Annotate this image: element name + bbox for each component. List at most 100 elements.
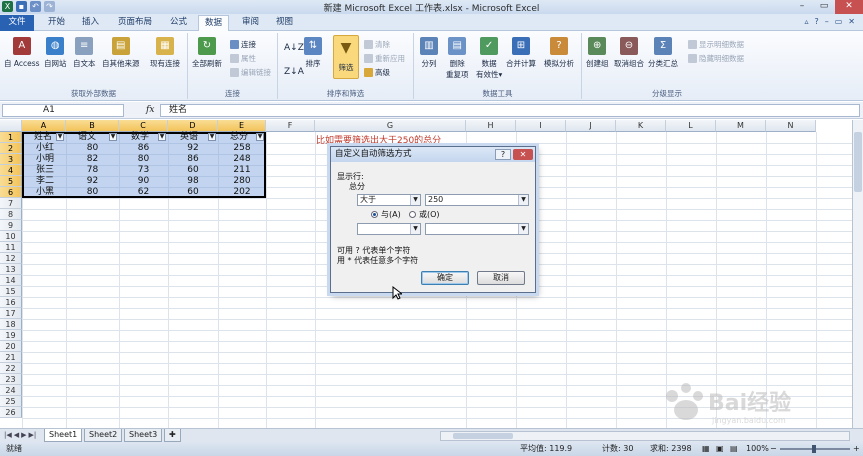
column-header-h[interactable]: H [466,120,516,132]
column-header-b[interactable]: B [66,120,119,132]
ungroup-button[interactable]: ⊖ 取消组合 [614,37,644,69]
tab-insert[interactable]: 插入 [76,15,105,31]
sort-asc-icon[interactable]: A↓Z [284,43,304,53]
row-header-6[interactable]: 6 [0,187,22,198]
table-cell[interactable]: 73 [119,165,168,176]
scroll-thumb[interactable] [453,433,513,439]
prev-sheet-icon[interactable]: ◀ [14,431,19,439]
filter-dropdown-icon[interactable]: ▼ [109,133,117,141]
row-header-13[interactable]: 13 [0,264,22,275]
column-header-f[interactable]: F [266,120,315,132]
formula-input[interactable]: 姓名 [160,104,860,117]
existing-connections-button[interactable]: ▦ 现有连接 [150,37,180,69]
header-cell[interactable]: 总分 [230,132,248,143]
workbook-minimize-icon[interactable]: – [825,17,829,26]
column-header-m[interactable]: M [716,120,766,132]
tab-view[interactable]: 视图 [270,15,299,31]
column-header-n[interactable]: N [766,120,816,132]
from-web-button[interactable]: ◍ 自网站 [44,37,67,69]
table-cell[interactable]: 248 [218,154,266,165]
row-header-7[interactable]: 7 [0,198,22,209]
zoom-in-icon[interactable]: + [853,442,860,456]
row-header-3[interactable]: 3 [0,154,22,165]
table-cell[interactable]: 80 [66,187,119,198]
tab-data[interactable]: 数据 [198,15,230,32]
column-header-a[interactable]: A [22,120,66,132]
row-header-15[interactable]: 15 [0,286,22,297]
edit-links-button[interactable]: 编辑链接 [230,67,271,78]
column-header-k[interactable]: K [616,120,666,132]
consolidate-button[interactable]: ⊞ 合并计算 [506,37,536,69]
row-header-14[interactable]: 14 [0,275,22,286]
subtotal-button[interactable]: Σ 分类汇总 [648,37,678,69]
help-icon[interactable]: ? [814,17,818,26]
table-cell[interactable]: 78 [66,165,119,176]
data-validation-button[interactable]: ✓ 数据 有效性▾ [476,37,502,80]
sort-button[interactable]: ⇅ 排序 [304,37,322,69]
table-cell[interactable]: 60 [168,165,218,176]
column-header-l[interactable]: L [666,120,716,132]
value2-combo[interactable]: ▼ [425,223,529,235]
row-header-20[interactable]: 20 [0,341,22,352]
table-cell[interactable]: 92 [66,176,119,187]
row-header-5[interactable]: 5 [0,176,22,187]
table-cell[interactable]: 86 [119,143,168,154]
and-radio[interactable] [371,211,378,218]
filter-dropdown-icon[interactable]: ▼ [256,133,264,141]
next-sheet-icon[interactable]: ▶ [21,431,26,439]
from-access-button[interactable]: A 自 Access [4,37,40,69]
table-cell[interactable]: 202 [218,187,266,198]
table-cell[interactable]: 60 [168,187,218,198]
row-header-8[interactable]: 8 [0,209,22,220]
insert-sheet-icon[interactable]: ✚ [164,429,181,442]
table-cell[interactable]: 小红 [36,143,54,154]
column-header-i[interactable]: I [516,120,566,132]
operator2-select[interactable]: ▼ [357,223,421,235]
view-normal-icon[interactable]: ▦ [702,442,710,456]
table-cell[interactable]: 86 [168,154,218,165]
close-button[interactable]: ✕ [835,0,863,14]
clear-filter-button[interactable]: 清除 [364,39,390,50]
reapply-button[interactable]: 重新应用 [364,53,405,64]
row-header-2[interactable]: 2 [0,143,22,154]
sheet-tab-sheet1[interactable]: Sheet1 [44,429,83,442]
cancel-button[interactable]: 取消 [477,271,525,285]
remove-duplicates-button[interactable]: ▤ 删除 重复项 [446,37,469,80]
properties-button[interactable]: 属性 [230,53,256,64]
row-header-21[interactable]: 21 [0,352,22,363]
tab-home[interactable]: 开始 [42,15,71,31]
filter-dropdown-icon[interactable]: ▼ [208,133,216,141]
filter-button[interactable]: ▼ 筛选 [333,35,359,79]
row-header-1[interactable]: 1 [0,132,22,143]
vertical-scrollbar[interactable] [852,120,863,428]
what-if-button[interactable]: ? 模拟分析 [544,37,574,69]
show-detail-button[interactable]: 显示明细数据 [688,39,744,50]
zoom-out-icon[interactable]: − [770,442,777,456]
row-header-25[interactable]: 25 [0,396,22,407]
tab-review[interactable]: 审阅 [236,15,265,31]
row-header-9[interactable]: 9 [0,220,22,231]
header-cell[interactable]: 英语 [180,132,198,143]
view-page-break-icon[interactable]: ▤ [730,442,738,456]
column-header-c[interactable]: C [119,120,168,132]
table-cell[interactable]: 小明 [36,154,54,165]
row-header-11[interactable]: 11 [0,242,22,253]
row-header-23[interactable]: 23 [0,374,22,385]
dialog-close-button[interactable]: ✕ [513,149,533,160]
first-sheet-icon[interactable]: |◀ [4,431,12,439]
table-cell[interactable]: 李二 [36,176,54,187]
row-header-24[interactable]: 24 [0,385,22,396]
row-header-12[interactable]: 12 [0,253,22,264]
column-header-e[interactable]: E [218,120,266,132]
workbook-close-icon[interactable]: ✕ [848,17,855,26]
zoom-slider[interactable] [780,445,850,453]
sheet-tab-sheet2[interactable]: Sheet2 [84,429,123,442]
row-header-18[interactable]: 18 [0,319,22,330]
hide-detail-button[interactable]: 隐藏明细数据 [688,53,744,64]
row-header-17[interactable]: 17 [0,308,22,319]
view-page-layout-icon[interactable]: ▣ [716,442,724,456]
scroll-thumb[interactable] [854,132,862,192]
group-button[interactable]: ⊕ 创建组 [586,37,609,69]
row-header-26[interactable]: 26 [0,407,22,418]
table-cell[interactable]: 80 [66,143,119,154]
